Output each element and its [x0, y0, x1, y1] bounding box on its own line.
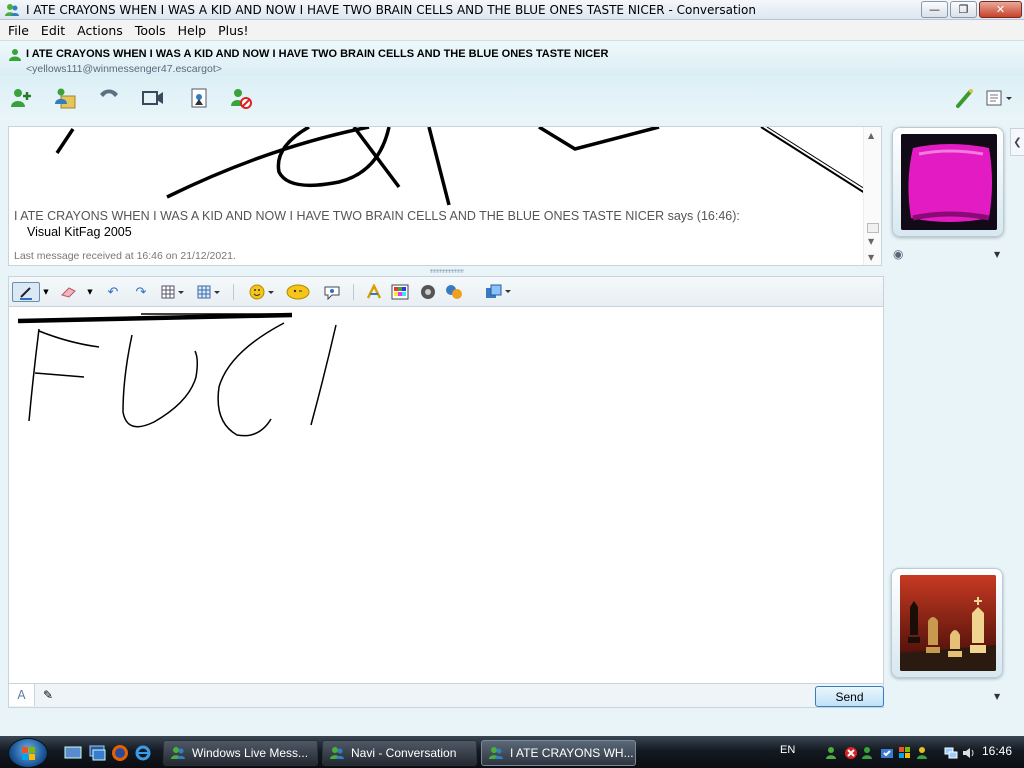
webcam-icon[interactable]: ◉: [893, 247, 903, 261]
collapse-sidebar-icon[interactable]: ❮: [1010, 128, 1024, 156]
minimize-button[interactable]: —: [921, 1, 948, 18]
scroll-thumb[interactable]: [867, 223, 879, 233]
title-bar: I ATE CRAYONS WHEN I WAS A KID AND NOW I…: [0, 0, 1024, 20]
menu-bar: File Edit Actions Tools Help Plus!: [0, 20, 1024, 40]
pen-dropdown-icon[interactable]: ▼: [41, 282, 51, 302]
taskbar-item-messenger[interactable]: Windows Live Mess...: [163, 740, 318, 766]
maximize-button[interactable]: ❐: [950, 1, 977, 18]
undo-icon[interactable]: ↶: [103, 282, 123, 302]
scroll-end-icon[interactable]: ▼: [868, 253, 874, 262]
taskbar: Windows Live Mess... Navi - Conversation…: [0, 736, 1024, 768]
emoticon-icon[interactable]: [247, 282, 277, 302]
send-button[interactable]: Send: [815, 686, 884, 707]
invite-contact-icon[interactable]: [8, 85, 34, 111]
menu-tools[interactable]: Tools: [129, 23, 172, 38]
redo-icon[interactable]: ↷: [131, 282, 151, 302]
eraser-icon[interactable]: [59, 282, 79, 302]
color-picker-icon[interactable]: [389, 282, 411, 302]
message-text: Visual KitFag 2005: [27, 225, 132, 239]
close-button[interactable]: ✕: [979, 1, 1022, 18]
my-display-picture[interactable]: [891, 568, 1003, 678]
switch-windows-icon[interactable]: [88, 744, 106, 762]
messenger-icon: [330, 747, 344, 759]
last-message-info: Last message received at 16:46 on 21/12/…: [14, 250, 236, 262]
input-mode-tabs: A ✎: [8, 684, 884, 708]
toolbar-separator-2: [353, 284, 354, 300]
toolbar-separator: [233, 284, 234, 300]
start-button[interactable]: [8, 738, 48, 768]
contact-avatar-image: [901, 134, 997, 230]
menu-actions[interactable]: Actions: [71, 23, 129, 38]
ink-mode-tab[interactable]: ✎: [35, 684, 61, 706]
voice-clip-icon[interactable]: [417, 282, 439, 302]
contact-email: <yellows111@winmessenger47.escargot>: [26, 63, 222, 75]
menu-file[interactable]: File: [2, 23, 35, 38]
internet-explorer-icon[interactable]: [134, 744, 152, 762]
contact-status-icon: [9, 49, 21, 61]
windows-flag-tray-icon[interactable]: [898, 746, 912, 760]
games-icon[interactable]: [443, 282, 465, 302]
taskbar-item-navi[interactable]: Navi - Conversation: [322, 740, 477, 766]
scroll-down-icon[interactable]: ▼: [868, 237, 874, 246]
text-mode-tab[interactable]: A: [9, 684, 35, 706]
my-avatar-image: [900, 575, 996, 671]
history-scrollbar[interactable]: ▲ ▼ ▼: [863, 127, 881, 265]
messenger-icon: [171, 747, 185, 759]
layout-icon[interactable]: [483, 282, 515, 302]
update-tray-icon[interactable]: [880, 746, 894, 760]
block-contact-icon[interactable]: [228, 85, 254, 111]
contact-picture-dropdown-icon[interactable]: ▼: [994, 250, 1000, 259]
wink-color-icon[interactable]: [952, 85, 978, 111]
grid-icon[interactable]: [159, 282, 187, 302]
language-indicator[interactable]: EN: [780, 744, 795, 756]
compose-ink-area[interactable]: [8, 306, 884, 684]
menu-help[interactable]: Help: [172, 23, 213, 38]
share-files-icon[interactable]: [52, 85, 78, 111]
network-icon[interactable]: [944, 746, 958, 760]
video-call-icon[interactable]: [140, 85, 166, 111]
wink-icon[interactable]: [285, 282, 311, 302]
message-history: I ATE CRAYONS WHEN I WAS A KID AND NOW I…: [8, 126, 882, 266]
activities-icon[interactable]: [186, 85, 212, 111]
taskbar-clock[interactable]: 16:46: [982, 744, 1012, 758]
contact-display-picture[interactable]: [892, 127, 1004, 237]
conversation-toolbar: [0, 76, 1024, 120]
display-options-icon[interactable]: [982, 85, 1016, 111]
taskbar-item-label: I ATE CRAYONS WH...: [510, 746, 634, 760]
show-desktop-icon[interactable]: [64, 744, 82, 762]
menu-plus[interactable]: Plus!: [212, 23, 254, 38]
firefox-icon[interactable]: [111, 744, 129, 762]
eraser-dropdown-icon[interactable]: ▼: [85, 282, 95, 302]
pane-resize-grip[interactable]: [430, 269, 464, 273]
nudge-icon[interactable]: [321, 282, 343, 302]
sender-says-line: I ATE CRAYONS WHEN I WAS A KID AND NOW I…: [14, 209, 740, 223]
font-icon[interactable]: [363, 282, 385, 302]
compose-toolbar: ▼ ▼ ↶ ↷: [8, 276, 884, 306]
my-picture-dropdown-icon[interactable]: ▼: [994, 692, 1000, 701]
plus-tray-icon[interactable]: [917, 746, 931, 760]
taskbar-item-label: Windows Live Mess...: [192, 746, 309, 760]
security-alert-icon[interactable]: [844, 746, 858, 760]
taskbar-item-crayons[interactable]: I ATE CRAYONS WH...: [481, 740, 636, 766]
ink-drawing: [17, 312, 337, 437]
volume-icon[interactable]: [962, 746, 976, 760]
window-title: I ATE CRAYONS WHEN I WAS A KID AND NOW I…: [26, 2, 756, 17]
pen-icon[interactable]: [12, 282, 40, 302]
background-icon[interactable]: [195, 282, 223, 302]
menu-edit[interactable]: Edit: [35, 23, 71, 38]
taskbar-item-label: Navi - Conversation: [351, 746, 457, 760]
call-icon[interactable]: [96, 85, 122, 111]
messenger-icon: [5, 3, 19, 16]
contact-name: I ATE CRAYONS WHEN I WAS A KID AND NOW I…: [26, 48, 609, 60]
messenger-tray-icon[interactable]: [826, 746, 840, 760]
contact-header: I ATE CRAYONS WHEN I WAS A KID AND NOW I…: [0, 40, 1024, 76]
scroll-up-icon[interactable]: ▲: [868, 131, 874, 140]
received-ink-drawing: [55, 127, 865, 206]
messenger-icon: [489, 747, 503, 759]
status-online-tray-icon[interactable]: [862, 746, 876, 760]
